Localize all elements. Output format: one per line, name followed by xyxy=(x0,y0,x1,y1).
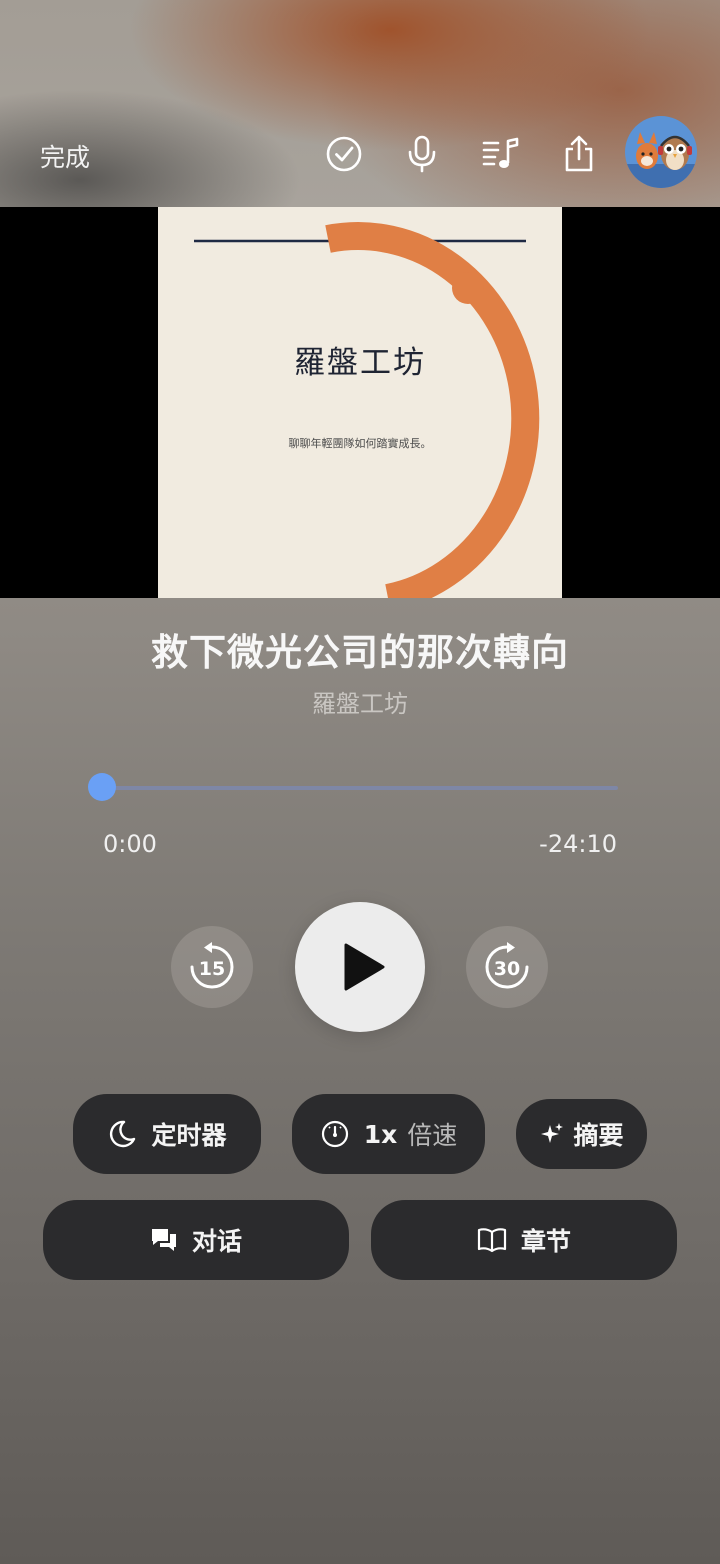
summary-label: 摘要 xyxy=(573,1121,624,1150)
playback-speed-button[interactable]: 1x 倍速 xyxy=(292,1094,485,1174)
progress-slider[interactable] xyxy=(102,786,618,790)
microphone-icon[interactable] xyxy=(400,132,444,176)
skip-back-icon: 15 xyxy=(190,942,234,989)
checkmark-circle-icon[interactable] xyxy=(322,132,366,176)
sleep-timer-label: 定时器 xyxy=(151,1121,227,1150)
sleep-timer-button[interactable]: 定时器 xyxy=(73,1094,261,1174)
chapters-label: 章节 xyxy=(520,1227,571,1256)
chapters-button[interactable]: 章节 xyxy=(371,1200,677,1280)
speedometer-icon xyxy=(320,1119,350,1149)
skip-back-label: 15 xyxy=(199,958,225,980)
dialogue-label: 对话 xyxy=(191,1227,242,1256)
elapsed-time: 0:00 xyxy=(103,830,157,858)
chat-bubbles-icon xyxy=(150,1226,178,1254)
done-button[interactable]: 完成 xyxy=(40,138,90,174)
avatar[interactable] xyxy=(625,116,697,188)
speed-value: 1x xyxy=(363,1119,398,1149)
playlist-music-icon[interactable] xyxy=(479,132,523,176)
cover-artwork: 羅盤工坊 聊聊年輕團隊如何踏實成長。 xyxy=(158,207,562,598)
skip-forward-30-button[interactable]: 30 xyxy=(466,926,548,1008)
share-icon[interactable] xyxy=(557,132,601,176)
play-icon xyxy=(344,943,385,991)
moon-icon xyxy=(107,1119,137,1149)
play-button[interactable] xyxy=(295,902,425,1032)
top-bar: 完成 xyxy=(0,110,720,198)
track-title: 救下微光公司的那次轉向 xyxy=(151,631,569,674)
cover-subtitle: 聊聊年輕團隊如何踏實成長。 xyxy=(288,437,432,450)
skip-back-15-button[interactable]: 15 xyxy=(171,926,253,1008)
skip-forward-label: 30 xyxy=(494,958,520,980)
cover-artwork-graphic xyxy=(194,222,540,598)
remaining-time: -24:10 xyxy=(539,830,617,858)
cover-artwork-area: 羅盤工坊 聊聊年輕團隊如何踏實成長。 xyxy=(0,207,720,598)
dialogue-button[interactable]: 对话 xyxy=(43,1200,349,1280)
cover-title: 羅盤工坊 xyxy=(294,345,426,381)
open-book-icon xyxy=(477,1227,507,1253)
skip-forward-icon: 30 xyxy=(485,942,529,989)
speed-label: 倍速 xyxy=(407,1121,458,1150)
summary-button[interactable]: 摘要 xyxy=(516,1099,647,1169)
progress-handle[interactable] xyxy=(88,773,116,801)
track-artist[interactable]: 羅盤工坊 xyxy=(0,684,720,719)
sparkles-icon xyxy=(539,1121,565,1147)
